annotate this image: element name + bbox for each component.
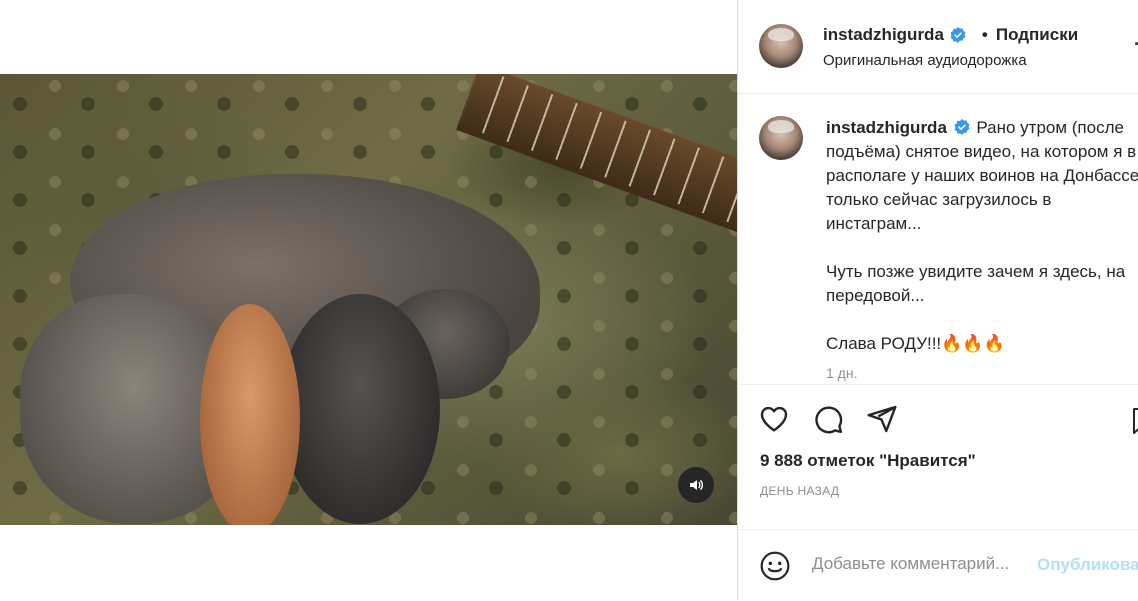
comment-input[interactable] bbox=[812, 554, 1052, 574]
header-username[interactable]: instadzhigurda bbox=[823, 25, 944, 45]
post-panel: instadzhigurda • Подписки Оригинальная а… bbox=[737, 0, 1138, 600]
verified-badge-icon bbox=[954, 119, 970, 135]
comment-bar: Опубликовать bbox=[738, 529, 1138, 601]
caption-line-2: Чуть позже увидите зачем я здесь, на пер… bbox=[826, 262, 1126, 305]
more-icon[interactable]: · bbox=[1134, 34, 1138, 55]
comment-icon[interactable] bbox=[812, 403, 844, 435]
video-player[interactable] bbox=[0, 74, 737, 525]
caption-area: instadzhigurda Рано утром (после подъёма… bbox=[738, 94, 1138, 383]
verified-badge-icon bbox=[950, 27, 966, 43]
mute-button[interactable] bbox=[678, 467, 714, 503]
likes-count[interactable]: 9 888 отметок "Нравится" bbox=[760, 451, 976, 471]
posted-time: ДЕНЬ НАЗАД bbox=[760, 484, 840, 498]
avatar[interactable] bbox=[759, 24, 803, 68]
action-icons bbox=[758, 403, 898, 435]
heart-icon[interactable] bbox=[758, 403, 790, 435]
publish-button[interactable]: Опубликовать bbox=[1037, 555, 1138, 575]
separator-dot: • bbox=[981, 25, 988, 44]
speaker-icon bbox=[690, 480, 703, 490]
caption-line-3: Слава РОДУ!!!🔥🔥🔥 bbox=[826, 334, 1005, 353]
emoji-icon[interactable] bbox=[759, 550, 791, 582]
caption-text: instadzhigurda Рано утром (после подъёма… bbox=[826, 116, 1138, 356]
audio-link[interactable]: Оригинальная аудиодорожка bbox=[823, 52, 1027, 69]
caption-username[interactable]: instadzhigurda bbox=[826, 118, 947, 137]
bookmark-icon[interactable] bbox=[1132, 407, 1138, 435]
header-user-line: instadzhigurda • Подписки bbox=[823, 25, 1078, 45]
post-header: instadzhigurda • Подписки Оригинальная а… bbox=[738, 0, 1138, 94]
ginger-kitten bbox=[200, 304, 300, 525]
caption-avatar[interactable] bbox=[759, 116, 803, 160]
share-icon[interactable] bbox=[866, 403, 898, 435]
dark-kitten bbox=[280, 294, 440, 524]
actions-section: 9 888 отметок "Нравится" ДЕНЬ НАЗАД bbox=[738, 384, 1138, 530]
caption-time[interactable]: 1 дн. bbox=[826, 365, 857, 381]
following-button[interactable]: Подписки bbox=[996, 25, 1078, 45]
media-pane bbox=[0, 0, 737, 600]
